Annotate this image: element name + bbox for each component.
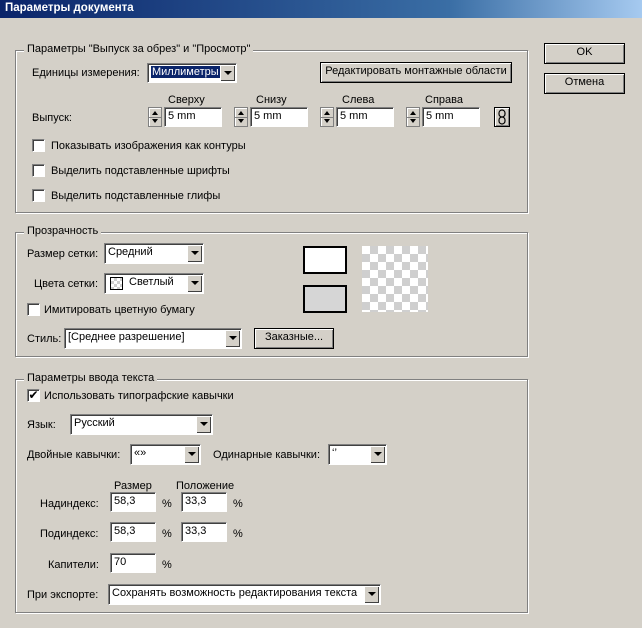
bleed-bottom-label: Снизу — [256, 94, 287, 106]
subscript-position-unit: % — [233, 528, 243, 540]
highlight-glyphs-label: Выделить подставленные глифы — [51, 190, 221, 202]
transparency-legend: Прозрачность — [24, 225, 102, 238]
units-dropdown-value: Миллиметры — [151, 66, 220, 78]
chevron-down-icon[interactable] — [187, 245, 202, 262]
bleed-right-input[interactable]: 5 mm — [422, 107, 480, 127]
position-column-header: Положение — [176, 480, 235, 492]
grid-size-dropdown[interactable]: Средний — [104, 243, 204, 264]
superscript-size-input[interactable]: 58,3 — [110, 492, 156, 512]
ok-button[interactable]: OK — [544, 43, 625, 64]
simulate-paper-checkbox[interactable] — [27, 303, 40, 316]
superscript-size-unit: % — [162, 498, 172, 510]
chevron-down-icon[interactable] — [196, 416, 211, 433]
bleed-left-label: Слева — [342, 94, 375, 106]
language-value: Русский — [74, 417, 115, 429]
custom-button[interactable]: Заказные... — [254, 328, 334, 349]
style-label: Стиль: — [27, 333, 62, 345]
simulate-paper-label: Имитировать цветную бумагу — [44, 304, 195, 316]
smallcaps-input[interactable]: 70 — [110, 553, 156, 573]
double-quotes-value: «» — [134, 447, 147, 459]
grid-colors-dropdown[interactable]: Светлый — [104, 273, 204, 294]
subscript-label: Подиндекс: — [40, 528, 99, 540]
bleed-top-label: Сверху — [168, 94, 205, 106]
superscript-position-unit: % — [233, 498, 243, 510]
bleed-right-stepper[interactable] — [406, 107, 420, 127]
grid-colors-value: Светлый — [129, 276, 174, 288]
show-outline-label: Показывать изображения как контуры — [51, 140, 246, 152]
export-dropdown[interactable]: Сохранять возможность редактирования тек… — [108, 584, 381, 605]
grid-size-label: Размер сетки: — [27, 248, 99, 260]
bleed-top-stepper[interactable] — [148, 107, 162, 127]
bleed-view-legend: Параметры "Выпуск за обрез" и "Просмотр" — [24, 43, 254, 56]
bleed-left-input[interactable]: 5 mm — [336, 107, 394, 127]
double-quotes-label: Двойные кавычки: — [27, 449, 121, 461]
chevron-down-icon[interactable] — [220, 65, 235, 81]
grid-colors-label: Цвета сетки: — [34, 278, 99, 290]
single-quotes-value: ‘’ — [332, 447, 337, 459]
subscript-size-unit: % — [162, 528, 172, 540]
edit-artboards-button[interactable]: Редактировать монтажные области — [320, 62, 512, 83]
bleed-right-label: Справа — [425, 94, 463, 106]
link-icon[interactable] — [494, 107, 510, 127]
subscript-position-input[interactable]: 33,3 — [181, 522, 227, 542]
chevron-down-icon[interactable] — [225, 330, 240, 347]
bleed-bottom-input[interactable]: 5 mm — [250, 107, 308, 127]
language-label: Язык: — [27, 419, 56, 431]
highlight-glyphs-checkbox[interactable] — [32, 189, 45, 202]
smallcaps-unit: % — [162, 559, 172, 571]
chevron-down-icon[interactable] — [370, 446, 385, 463]
bleed-top-input[interactable]: 5 mm — [164, 107, 222, 127]
chevron-down-icon[interactable] — [187, 275, 202, 292]
bleed-label: Выпуск: — [32, 112, 72, 124]
units-dropdown[interactable]: Миллиметры — [147, 63, 237, 83]
cancel-button[interactable]: Отмена — [544, 73, 625, 94]
type-options-legend: Параметры ввода текста — [24, 372, 158, 385]
double-quotes-dropdown[interactable]: «» — [130, 444, 201, 465]
bleed-bottom-stepper[interactable] — [234, 107, 248, 127]
grid-color-swatch-bottom[interactable] — [303, 285, 347, 313]
checker-swatch-icon — [110, 277, 123, 290]
chevron-down-icon[interactable] — [184, 446, 199, 463]
language-dropdown[interactable]: Русский — [70, 414, 213, 435]
smallcaps-label: Капители: — [48, 559, 99, 571]
typographic-quotes-checkbox[interactable]: ✔ — [27, 389, 40, 402]
subscript-size-input[interactable]: 58,3 — [110, 522, 156, 542]
size-column-header: Размер — [114, 480, 152, 492]
superscript-position-input[interactable]: 33,3 — [181, 492, 227, 512]
typographic-quotes-label: Использовать типографские кавычки — [44, 390, 234, 402]
transparency-preview — [362, 246, 428, 312]
show-outline-checkbox[interactable] — [32, 139, 45, 152]
bleed-left-stepper[interactable] — [320, 107, 334, 127]
window-title: Параметры документа — [0, 0, 642, 18]
highlight-fonts-checkbox[interactable] — [32, 164, 45, 177]
grid-size-value: Средний — [108, 246, 153, 258]
highlight-fonts-label: Выделить подставленные шрифты — [51, 165, 230, 177]
units-label: Единицы измерения: — [32, 67, 140, 79]
style-value: [Среднее разрешение] — [68, 331, 185, 343]
single-quotes-dropdown[interactable]: ‘’ — [328, 444, 387, 465]
single-quotes-label: Одинарные кавычки: — [213, 449, 321, 461]
superscript-label: Надиндекс: — [40, 498, 99, 510]
style-dropdown[interactable]: [Среднее разрешение] — [64, 328, 242, 349]
export-value: Сохранять возможность редактирования тек… — [112, 587, 358, 599]
chevron-down-icon[interactable] — [364, 586, 379, 603]
export-label: При экспорте: — [27, 589, 99, 601]
grid-color-swatch-top[interactable] — [303, 246, 347, 274]
